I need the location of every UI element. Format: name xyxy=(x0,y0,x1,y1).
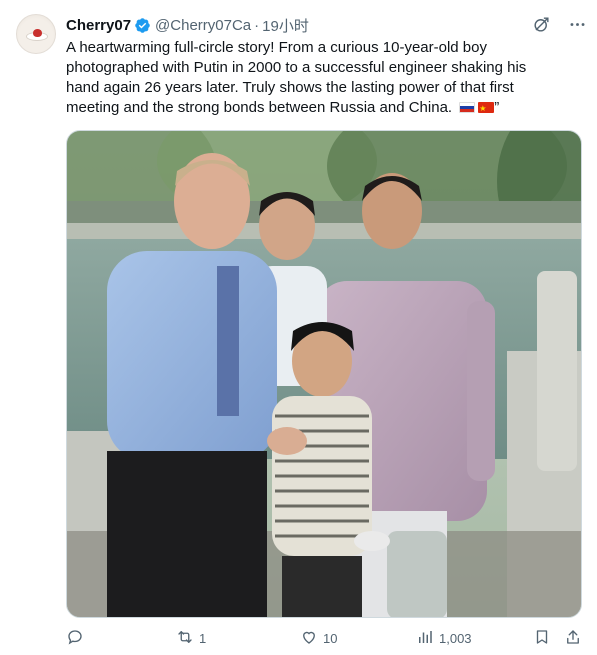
more-icon[interactable] xyxy=(567,14,587,34)
reply-icon xyxy=(66,628,84,649)
retweet-icon xyxy=(176,628,194,649)
views-button[interactable]: 1,003 xyxy=(416,626,472,650)
author-handle[interactable]: @Cherry07Ca xyxy=(155,17,251,34)
tweet-text-line: photographed with Putin in 2000 to a suc… xyxy=(66,59,527,76)
closing-quote: ” xyxy=(494,99,500,116)
author-name[interactable]: Cherry07 xyxy=(66,17,131,34)
retweet-count: 1 xyxy=(199,630,207,646)
tweet-text: A heartwarming full-circle story! From a… xyxy=(66,38,588,118)
bookmark-button[interactable] xyxy=(533,626,551,650)
tweet-photo[interactable] xyxy=(66,130,582,618)
like-count: 10 xyxy=(323,630,338,646)
tweet-text-line: hand again 26 years later. Truly shows t… xyxy=(66,79,514,96)
views-count: 1,003 xyxy=(439,630,472,646)
retweet-button[interactable]: 1 xyxy=(176,626,206,650)
verified-badge-icon xyxy=(134,17,151,34)
header-icons xyxy=(531,14,587,34)
china-flag-icon xyxy=(478,102,495,113)
views-icon xyxy=(416,628,434,649)
russia-flag-icon xyxy=(459,102,476,113)
share-button[interactable] xyxy=(564,626,582,650)
reply-button[interactable] xyxy=(66,626,89,650)
tweet-text-line: A heartwarming full-circle story! From a… xyxy=(66,39,487,56)
tweet-text-line-4: meeting and the strong bonds between Rus… xyxy=(66,98,588,118)
avatar-berry xyxy=(33,29,42,37)
tweet[interactable]: Cherry07 @Cherry07Ca · 19小时 A heartwarmi… xyxy=(0,0,597,655)
like-icon xyxy=(300,628,318,649)
tweet-text-line4-main: meeting and the strong bonds between Rus… xyxy=(66,99,453,116)
tweet-header: Cherry07 @Cherry07Ca · 19小时 xyxy=(66,14,587,36)
separator-dot: · xyxy=(254,16,260,34)
grok-icon[interactable] xyxy=(531,14,551,34)
like-button[interactable]: 10 xyxy=(300,626,337,650)
photo-illustration xyxy=(67,131,581,617)
share-icon xyxy=(564,628,582,649)
bookmark-icon xyxy=(533,628,551,649)
action-bar: 1 10 1,003 xyxy=(66,626,588,650)
avatar[interactable] xyxy=(16,14,56,54)
timestamp[interactable]: 19小时 xyxy=(262,15,309,36)
